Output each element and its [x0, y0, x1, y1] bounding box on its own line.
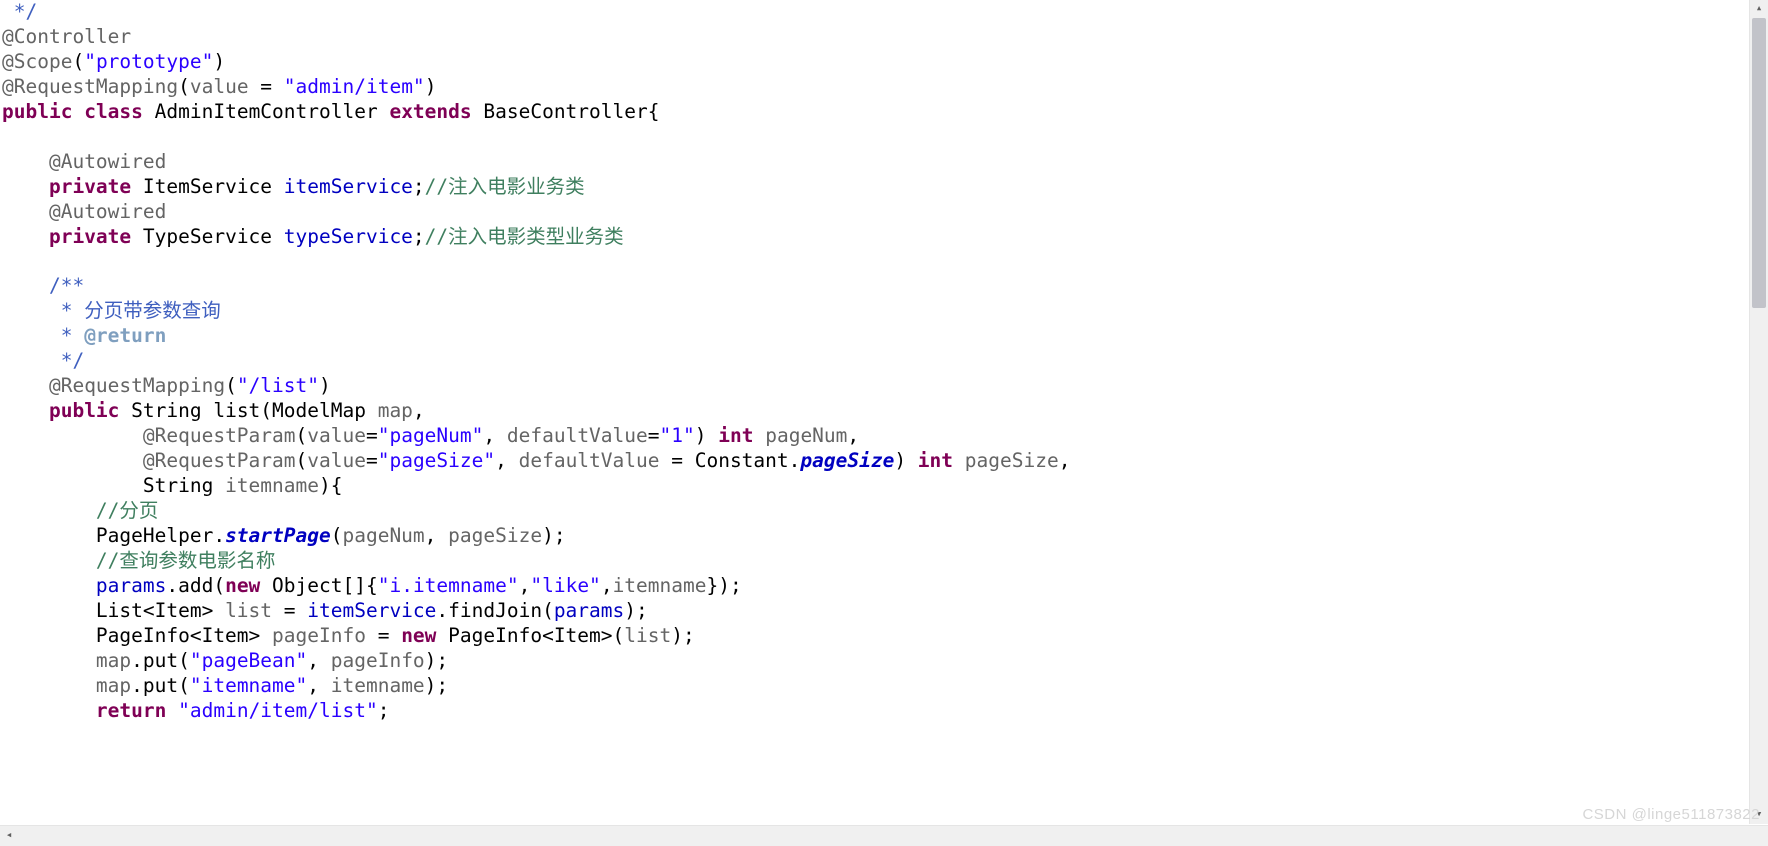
annotation-controller: @Controller [2, 25, 131, 48]
horizontal-scrollbar[interactable]: ◂ [0, 825, 1768, 846]
scroll-thumb[interactable] [1752, 18, 1766, 308]
annotation-scope: @Scope [2, 50, 72, 73]
comment: //分页 [96, 499, 158, 522]
watermark-text: CSDN @linge511873822 [1582, 805, 1760, 824]
comment: //注入电影类型业务类 [425, 225, 624, 248]
javadoc-return: @return [84, 324, 166, 347]
annotation-requestmapping: @RequestMapping [49, 374, 225, 397]
code-token: */ [2, 0, 37, 23]
annotation-autowired: @Autowired [49, 150, 166, 173]
scroll-up-icon[interactable]: ▴ [1750, 0, 1768, 18]
editor-viewport: { "watermark":"CSDN @linge511873822", "c… [0, 0, 1768, 846]
comment: //查询参数电影名称 [96, 549, 275, 572]
scroll-left-icon[interactable]: ◂ [0, 826, 18, 846]
javadoc-end: */ [2, 349, 84, 372]
javadoc-start: /** [49, 274, 84, 297]
code-editor[interactable]: */ @Controller @Scope("prototype") @Requ… [0, 0, 1748, 824]
code-content: */ @Controller @Scope("prototype") @Requ… [0, 0, 1748, 724]
annotation-requestmapping: @RequestMapping [2, 75, 178, 98]
vertical-scrollbar[interactable]: ▴ ▾ [1749, 0, 1768, 824]
comment: //注入电影业务类 [425, 175, 585, 198]
annotation-autowired: @Autowired [49, 200, 166, 223]
keyword-public: public [2, 100, 72, 123]
